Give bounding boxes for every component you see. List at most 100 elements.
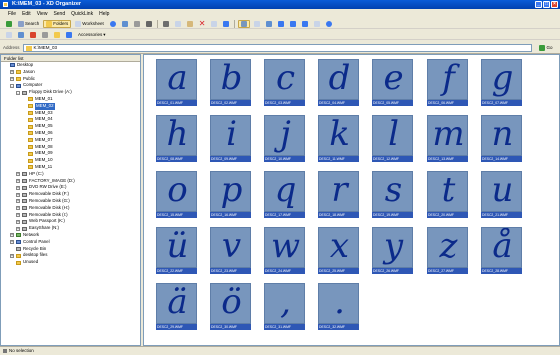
tree-item[interactable]: MEM_01 <box>1 96 140 103</box>
expand-toggle-icon[interactable]: + <box>10 70 14 75</box>
thumbnail-item[interactable]: y DESC2_26.WMF <box>372 227 413 275</box>
help-button[interactable] <box>324 20 334 28</box>
tree-item[interactable]: MEM_08 <box>1 144 140 151</box>
link-button[interactable] <box>120 20 130 28</box>
accessories-button[interactable]: Accessories ▾ <box>76 31 108 39</box>
thumbnail-item[interactable]: ä DESC2_29.WMF <box>156 283 197 331</box>
folders-button[interactable]: Folders <box>43 19 72 28</box>
expand-toggle-icon[interactable]: + <box>10 233 14 238</box>
thumbnail-item[interactable]: . DESC2_32.WMF <box>318 283 359 331</box>
tree-item[interactable]: MEM_11 <box>1 164 140 171</box>
tree-item[interactable]: + Public <box>1 76 140 83</box>
tree-item[interactable]: + EasyShare (N:) <box>1 225 140 232</box>
search-button[interactable]: Search <box>16 20 41 28</box>
thumbnail-item[interactable]: m DESC2_13.WMF <box>427 115 468 163</box>
tree-item[interactable]: + HP (C:) <box>1 171 140 178</box>
tree-item[interactable]: MEM_10 <box>1 157 140 164</box>
tree-item[interactable]: MEM_09 <box>1 150 140 157</box>
expand-toggle-icon[interactable]: + <box>16 206 20 211</box>
expand-toggle-icon[interactable]: + <box>16 185 20 190</box>
tree-item[interactable]: MEM_07 <box>1 137 140 144</box>
expand-toggle-icon[interactable]: + <box>10 76 14 81</box>
thumbnail-item[interactable]: å DESC2_28.WMF <box>481 227 522 275</box>
thumbnail-item[interactable]: p DESC2_16.WMF <box>210 171 251 219</box>
expand-toggle-icon[interactable]: - <box>16 90 20 95</box>
cut-button[interactable] <box>161 20 171 28</box>
tree-item[interactable]: - Floppy Disk Drive (A:) <box>1 89 140 96</box>
expand-toggle-icon[interactable]: + <box>16 192 20 197</box>
expand-toggle-icon[interactable]: + <box>10 240 14 245</box>
slideshow-button[interactable] <box>276 20 286 28</box>
zoom-down-button[interactable] <box>300 20 310 28</box>
thumbnail-item[interactable]: f DESC2_06.WMF <box>427 59 468 107</box>
expand-toggle-icon[interactable]: + <box>10 253 14 258</box>
expand-toggle-icon[interactable]: + <box>16 178 20 183</box>
tree-item[interactable]: MEM_06 <box>1 130 140 137</box>
expand-toggle-icon[interactable]: + <box>16 219 20 224</box>
camera-button[interactable] <box>144 20 154 28</box>
back-button[interactable] <box>4 20 14 28</box>
menu-help[interactable]: Help <box>99 9 109 19</box>
tree-item[interactable]: + Network <box>1 232 140 239</box>
thumbnail-item[interactable]: c DESC2_03.WMF <box>264 59 305 107</box>
thumbnail-item[interactable]: v DESC2_23.WMF <box>210 227 251 275</box>
expand-toggle-icon[interactable]: + <box>16 212 20 217</box>
worksheet-button[interactable]: Worksheet <box>73 20 105 28</box>
tree-item[interactable]: + Removable Disk (G:) <box>1 198 140 205</box>
expand-toggle-icon[interactable]: + <box>16 199 20 204</box>
tree-item[interactable]: Recycle Bin <box>1 246 140 253</box>
tree-item[interactable]: MEM_04 <box>1 116 140 123</box>
thumbnail-item[interactable]: k DESC2_11.WMF <box>318 115 359 163</box>
view-menu-button[interactable] <box>312 20 322 28</box>
tree-item[interactable]: + Jason <box>1 69 140 76</box>
tree-item[interactable]: + Web Passport (K:) <box>1 218 140 225</box>
thumbnail-item[interactable]: u DESC2_21.WMF <box>481 171 522 219</box>
tb2-btn-6[interactable] <box>64 31 74 39</box>
expand-toggle-icon[interactable]: + <box>16 172 20 177</box>
thumbnail-item[interactable]: w DESC2_24.WMF <box>264 227 305 275</box>
tree-item[interactable]: + Removable Disk (F:) <box>1 191 140 198</box>
undo-button[interactable] <box>221 20 231 28</box>
go-button[interactable]: Go <box>535 44 557 52</box>
thumbnail-item[interactable]: n DESC2_14.WMF <box>481 115 522 163</box>
tb2-btn-4[interactable] <box>40 31 50 39</box>
thumbnail-item[interactable]: s DESC2_19.WMF <box>372 171 413 219</box>
thumbnail-item[interactable]: r DESC2_18.WMF <box>318 171 359 219</box>
expand-toggle-icon[interactable]: - <box>10 83 14 88</box>
menu-quicklink[interactable]: QuickLink <box>71 9 93 19</box>
thumbnail-item[interactable]: e DESC2_05.WMF <box>372 59 413 107</box>
tree-item[interactable]: + Removable Disk (I:) <box>1 212 140 219</box>
menu-edit[interactable]: Edit <box>22 9 31 19</box>
tree-item[interactable]: + DVD RW Drive (E:) <box>1 184 140 191</box>
rotate-button[interactable] <box>264 20 274 28</box>
zoom-up-button[interactable] <box>288 20 298 28</box>
thumbnail-item[interactable]: x DESC2_25.WMF <box>318 227 359 275</box>
tree-item[interactable]: MEM_03 <box>1 110 140 117</box>
thumbnail-item[interactable]: d DESC2_04.WMF <box>318 59 359 107</box>
delete-button[interactable]: ✕ <box>197 19 208 28</box>
menu-send[interactable]: Send <box>53 9 65 19</box>
thumbnail-item[interactable]: g DESC2_07.WMF <box>481 59 522 107</box>
tree-item[interactable]: Desktop <box>1 62 140 69</box>
thumbnail-item[interactable]: a DESC2_01.WMF <box>156 59 197 107</box>
thumbnail-item[interactable]: o DESC2_15.WMF <box>156 171 197 219</box>
tb2-btn-5[interactable] <box>52 31 62 39</box>
globe-button[interactable] <box>108 20 118 28</box>
thumbnail-item[interactable]: , DESC2_31.WMF <box>264 283 305 331</box>
tree-item[interactable]: Unused <box>1 259 140 266</box>
thumbnail-item[interactable]: ö DESC2_30.WMF <box>210 283 251 331</box>
thumbnail-view-button[interactable] <box>238 19 251 28</box>
close-button[interactable]: × <box>551 1 558 8</box>
thumbnail-item[interactable]: z DESC2_27.WMF <box>427 227 468 275</box>
thumbnail-item[interactable]: b DESC2_02.WMF <box>210 59 251 107</box>
tb2-btn-2[interactable] <box>16 31 26 39</box>
tree-item[interactable]: + desktop files <box>1 252 140 259</box>
tree-item[interactable]: + Removable Disk (H:) <box>1 205 140 212</box>
menu-view[interactable]: View <box>37 9 48 19</box>
thumbnail-item[interactable]: j DESC2_10.WMF <box>264 115 305 163</box>
thumbnail-item[interactable]: ü DESC2_22.WMF <box>156 227 197 275</box>
thumbnail-item[interactable]: l DESC2_12.WMF <box>372 115 413 163</box>
thumbnail-item[interactable]: q DESC2_17.WMF <box>264 171 305 219</box>
address-input[interactable]: K:\MEM_03 <box>22 43 532 52</box>
thumbnail-item[interactable]: t DESC2_20.WMF <box>427 171 468 219</box>
